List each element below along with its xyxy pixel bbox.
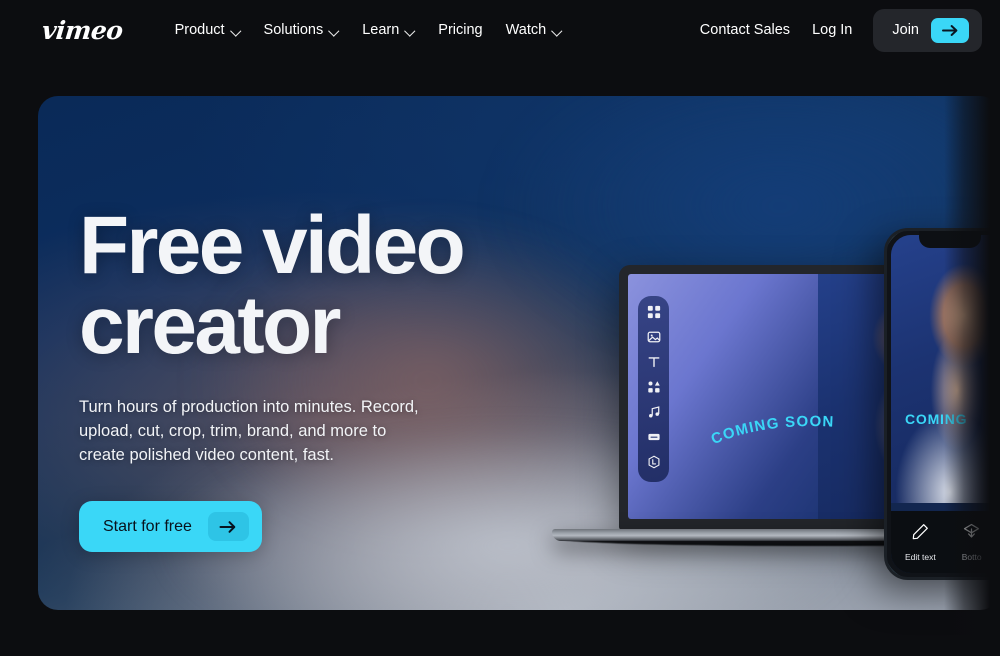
nav-item-solutions[interactable]: Solutions	[254, 16, 350, 44]
bottom-tool[interactable]: Botto	[962, 523, 982, 562]
nav-label: Learn	[362, 22, 400, 38]
cta-label: Start for free	[103, 517, 192, 535]
nav-label: Solutions	[263, 22, 324, 38]
elements-icon[interactable]	[647, 380, 661, 394]
text-icon[interactable]	[647, 355, 661, 369]
chevron-down-icon	[232, 26, 241, 35]
phone-toolbar: Edit text Botto	[891, 511, 1000, 573]
chevron-down-icon	[553, 26, 562, 35]
templates-icon[interactable]	[647, 305, 661, 319]
music-icon[interactable]	[647, 405, 661, 419]
pencil-icon	[912, 523, 929, 545]
bottom-icon	[963, 523, 980, 545]
nav-item-watch[interactable]: Watch	[496, 16, 573, 44]
nav-item-learn[interactable]: Learn	[352, 16, 425, 44]
hero-card: COMING SOON Free video creator Turn hour…	[38, 96, 1000, 610]
join-button-label: Join	[892, 22, 919, 38]
headline-line-2: creator	[79, 279, 341, 371]
editor-toolbar	[638, 296, 669, 482]
nav-label: Pricing	[438, 22, 483, 38]
site-header: vimeo Product Solutions Learn Pricing Wa…	[0, 0, 1000, 60]
image-icon[interactable]	[647, 330, 661, 344]
page-title: Free video creator	[79, 205, 549, 367]
edit-text-tool[interactable]: Edit text	[905, 523, 936, 562]
nav-label: Watch	[505, 22, 547, 38]
header-actions: Contact Sales Log In Join	[689, 8, 1000, 52]
arrow-right-icon	[931, 17, 969, 43]
headline-line-1: Free video	[79, 200, 466, 291]
start-for-free-button[interactable]: Start for free	[79, 501, 262, 553]
bottom-label: Botto	[961, 551, 982, 562]
hero-copy: Free video creator Turn hours of product…	[79, 205, 549, 553]
vimeo-logo[interactable]: vimeo	[40, 16, 124, 45]
edit-text-label: Edit text	[905, 551, 936, 562]
captions-icon[interactable]	[647, 430, 661, 444]
nav-item-pricing[interactable]: Pricing	[428, 16, 492, 44]
chevron-down-icon	[406, 26, 415, 35]
nav-label: Product	[174, 22, 225, 38]
phone-notch	[919, 231, 981, 248]
phone-mockup: COMING Edit text Botto	[884, 228, 1000, 580]
coming-soon-text: COMING SOON	[709, 413, 835, 448]
contact-sales-link[interactable]: Contact Sales	[689, 14, 801, 46]
phone-portrait-photo	[891, 235, 1000, 503]
log-in-link[interactable]: Log In	[801, 14, 863, 46]
chevron-down-icon	[330, 26, 339, 35]
phone-screen: COMING Edit text Botto	[891, 235, 1000, 573]
phone-coming-text: COMING	[905, 411, 968, 427]
main-nav: Product Solutions Learn Pricing Watch	[165, 16, 573, 44]
brand-icon[interactable]	[647, 455, 661, 469]
nav-item-product[interactable]: Product	[165, 16, 251, 44]
arrow-right-icon	[207, 512, 249, 542]
hero-subhead: Turn hours of production into minutes. R…	[79, 398, 419, 465]
join-button[interactable]: Join	[873, 8, 982, 52]
